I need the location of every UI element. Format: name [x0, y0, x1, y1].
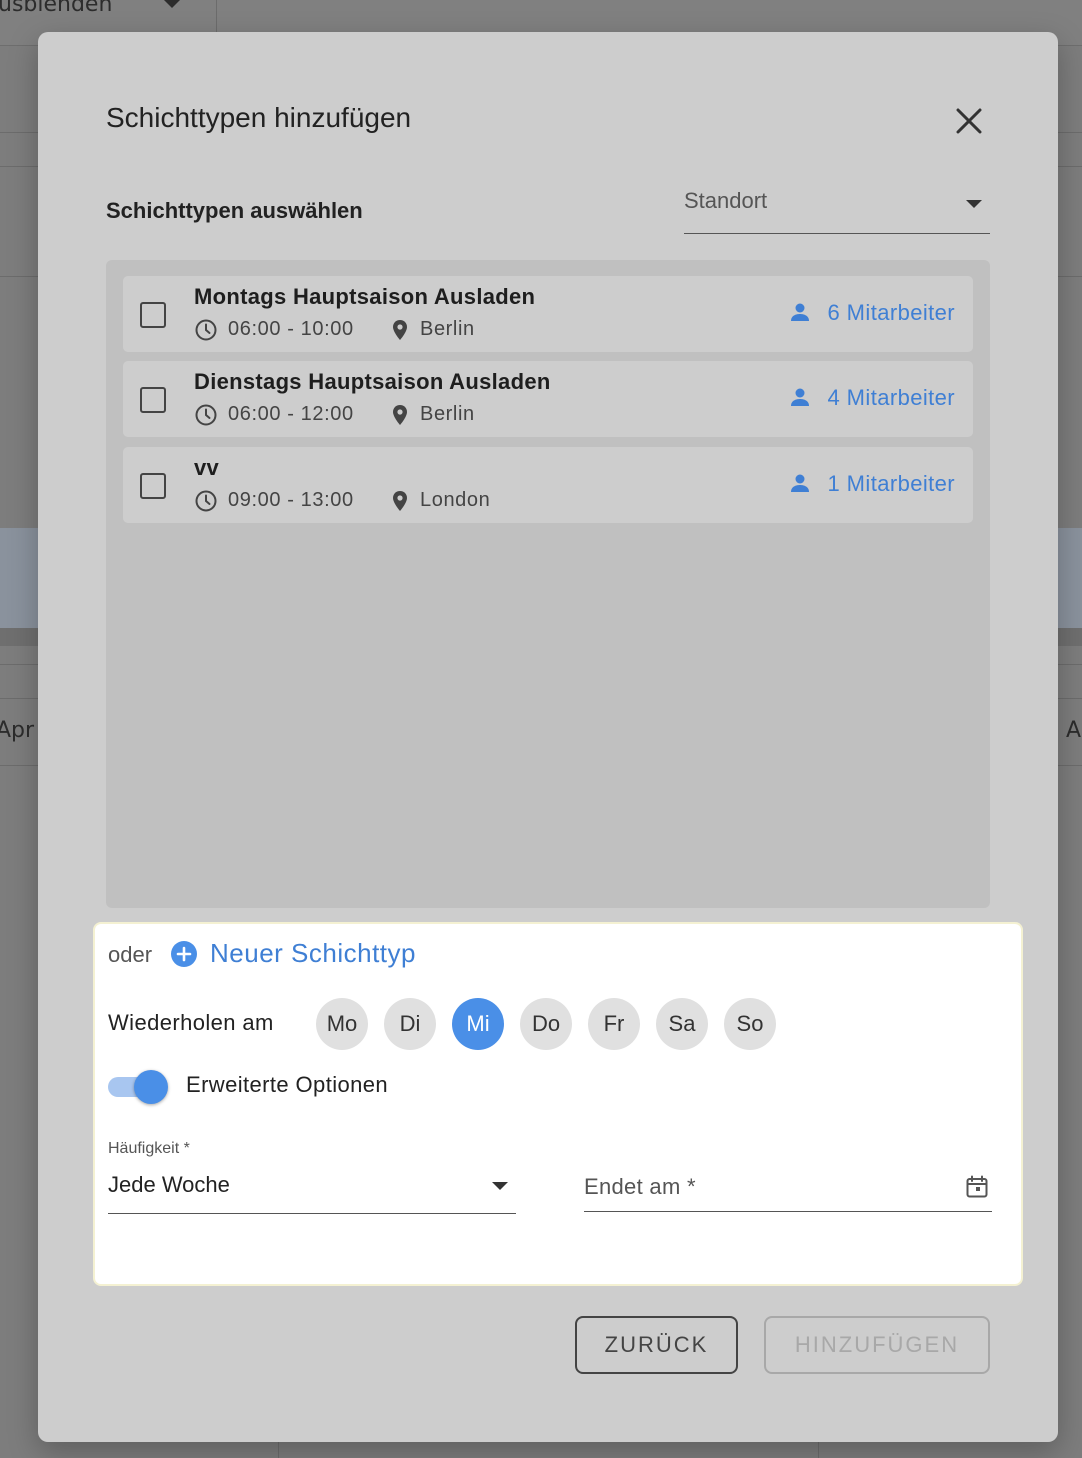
toggle-knob: [134, 1070, 168, 1104]
advanced-options-toggle[interactable]: [108, 1070, 170, 1104]
shift-type-name: Dienstags Hauptsaison Ausladen: [194, 369, 551, 394]
add-button[interactable]: HINZUFÜGEN: [764, 1316, 990, 1374]
shift-type-location: Berlin: [420, 403, 475, 425]
chevron-down-icon: [164, 0, 180, 8]
location-pin-icon: [393, 320, 407, 340]
weekday-sunday[interactable]: So: [724, 998, 776, 1050]
weekday-monday[interactable]: Mo: [316, 998, 368, 1050]
shift-type-item[interactable]: Dienstags Hauptsaison Ausladen 06:00 - 1…: [123, 361, 973, 437]
shift-type-location: Berlin: [420, 318, 475, 340]
shift-type-time: 09:00 - 13:00: [228, 489, 354, 511]
person-icon: [790, 303, 809, 321]
clock-icon: [195, 490, 217, 512]
shift-type-item[interactable]: vv 09:00 - 13:00 London 1 Mitarbeiter: [123, 447, 973, 523]
shift-type-time: 06:00 - 10:00: [228, 318, 354, 340]
frequency-label: Häufigkeit *: [108, 1140, 190, 1157]
clock-icon: [195, 319, 217, 341]
select-shift-types-label: Schichttypen auswählen: [106, 198, 363, 223]
shift-type-checkbox[interactable]: [140, 387, 166, 413]
person-icon: [790, 388, 809, 406]
weekday-saturday[interactable]: Sa: [656, 998, 708, 1050]
background-divider: [278, 1442, 279, 1458]
calendar-icon[interactable]: [964, 1174, 990, 1200]
background-month-label: A: [1066, 718, 1082, 743]
shift-options-panel: oder Neuer Schichttyp Wiederholen am Mo …: [93, 922, 1023, 1286]
shift-type-employees-link[interactable]: 1 Mitarbeiter: [790, 471, 955, 499]
shift-type-checkbox[interactable]: [140, 473, 166, 499]
frequency-select[interactable]: Jede Woche: [108, 1162, 516, 1214]
shift-type-employees-count: 6 Mitarbeiter: [827, 300, 955, 325]
shift-type-employees-count: 4 Mitarbeiter: [827, 385, 955, 410]
close-button[interactable]: [950, 102, 988, 140]
frequency-value: Jede Woche: [108, 1172, 230, 1197]
end-date-placeholder: Endet am *: [584, 1174, 696, 1199]
shift-type-employees-link[interactable]: 4 Mitarbeiter: [790, 385, 955, 413]
repeat-on-label: Wiederholen am: [108, 1010, 274, 1035]
advanced-options-label: Erweiterte Optionen: [186, 1072, 389, 1097]
weekday-thursday[interactable]: Do: [520, 998, 572, 1050]
clock-icon: [195, 404, 217, 426]
background-divider: [818, 1442, 819, 1458]
chevron-down-icon: [966, 200, 982, 208]
add-shift-types-dialog: Schichttypen hinzufügen Schichttypen aus…: [38, 32, 1058, 1442]
weekday-wednesday[interactable]: Mi: [452, 998, 504, 1050]
location-filter-label: Standort: [684, 188, 768, 213]
shift-type-employees-count: 1 Mitarbeiter: [827, 471, 955, 496]
location-pin-icon: [393, 405, 407, 425]
shift-type-name: vv: [194, 455, 220, 480]
shift-type-checkbox[interactable]: [140, 302, 166, 328]
new-shift-type-link[interactable]: Neuer Schichttyp: [210, 938, 416, 969]
shift-type-employees-link[interactable]: 6 Mitarbeiter: [790, 300, 955, 328]
weekday-tuesday[interactable]: Di: [384, 998, 436, 1050]
shift-type-list: Montags Hauptsaison Ausladen 06:00 - 10:…: [106, 260, 990, 908]
or-label: oder: [108, 942, 153, 967]
shift-type-time: 06:00 - 12:00: [228, 403, 354, 425]
shift-type-item[interactable]: Montags Hauptsaison Ausladen 06:00 - 10:…: [123, 276, 973, 352]
chevron-down-icon: [492, 1182, 508, 1190]
close-icon: [956, 108, 982, 134]
person-icon: [790, 474, 809, 492]
shift-type-name: Montags Hauptsaison Ausladen: [194, 284, 536, 309]
add-circle-icon[interactable]: [170, 940, 198, 968]
weekday-friday[interactable]: Fr: [588, 998, 640, 1050]
dialog-title: Schichttypen hinzufügen: [106, 102, 412, 133]
back-button[interactable]: ZURÜCK: [575, 1316, 738, 1374]
location-pin-icon: [393, 491, 407, 511]
location-filter-select[interactable]: Standort: [684, 182, 990, 234]
background-month-label: Apr: [0, 718, 35, 743]
background-filter-label: usblenden: [0, 0, 113, 17]
end-date-field[interactable]: Endet am *: [584, 1162, 992, 1212]
shift-type-location: London: [420, 489, 491, 511]
